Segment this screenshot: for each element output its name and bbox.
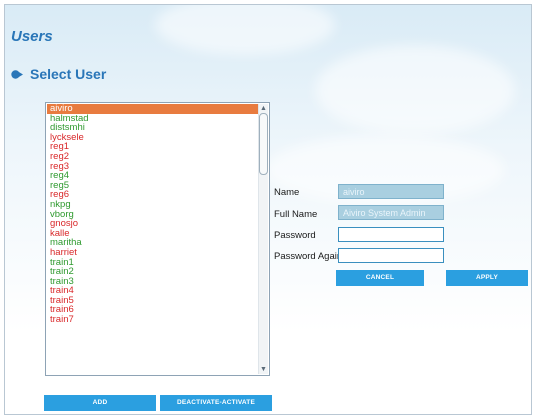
scroll-thumb[interactable] — [259, 113, 268, 175]
list-item[interactable]: lycksele — [47, 133, 258, 143]
list-item[interactable]: reg3 — [47, 161, 258, 172]
users-panel: Users Select User aiviro halmstad distsmhi… — [4, 4, 532, 415]
background-cloud — [315, 45, 515, 135]
user-list: aiviro halmstad distsmhi lycksele reg1 reg2 re… — [47, 104, 258, 325]
list-item[interactable]: reg4 — [47, 171, 258, 181]
list-item[interactable]: train4 — [47, 286, 258, 296]
list-item[interactable]: maritha — [47, 238, 258, 248]
fullname-label: Full Name — [274, 209, 318, 220]
list-item[interactable]: train1 — [47, 257, 258, 268]
list-item[interactable]: train7 — [47, 315, 258, 325]
cancel-button[interactable]: CANCEL — [336, 270, 424, 286]
list-item[interactable]: nkpg — [47, 200, 258, 210]
scroll-up-icon[interactable]: ▲ — [259, 104, 268, 113]
deactivate-activate-button[interactable]: DEACTIVATE-ACTIVATE — [160, 395, 272, 411]
fullname-field — [338, 205, 444, 220]
list-item[interactable]: vborg — [47, 209, 258, 220]
list-item[interactable]: reg2 — [47, 152, 258, 162]
list-item[interactable]: reg5 — [47, 181, 258, 191]
list-item[interactable]: train5 — [47, 296, 258, 306]
list-item[interactable]: reg6 — [47, 190, 258, 200]
name-label: Name — [274, 187, 300, 198]
background-cloud — [155, 5, 335, 55]
list-item[interactable]: harriet — [47, 248, 258, 258]
section-header: Select User — [11, 66, 106, 82]
page-title: Users — [11, 28, 53, 45]
add-button[interactable]: ADD — [44, 395, 156, 411]
user-listbox[interactable]: aiviro halmstad distsmhi lycksele reg1 reg2 re… — [45, 102, 270, 376]
bullet-icon — [11, 66, 24, 82]
list-scrollbar[interactable]: ▲ ▼ — [258, 104, 268, 374]
apply-button[interactable]: APPLY — [446, 270, 528, 286]
list-item[interactable]: gnosjo — [47, 219, 258, 229]
password-label: Password — [274, 230, 316, 241]
password-again-field[interactable] — [338, 248, 444, 263]
section-title: Select User — [30, 66, 107, 82]
list-item[interactable]: train2 — [47, 267, 258, 277]
list-item[interactable]: train3 — [47, 277, 258, 287]
scroll-down-icon[interactable]: ▼ — [259, 365, 268, 374]
password-again-label: Password Again — [274, 251, 343, 262]
password-field[interactable] — [338, 227, 444, 242]
name-field — [338, 184, 444, 199]
list-item[interactable]: train6 — [47, 305, 258, 315]
list-item[interactable]: reg1 — [47, 142, 258, 152]
